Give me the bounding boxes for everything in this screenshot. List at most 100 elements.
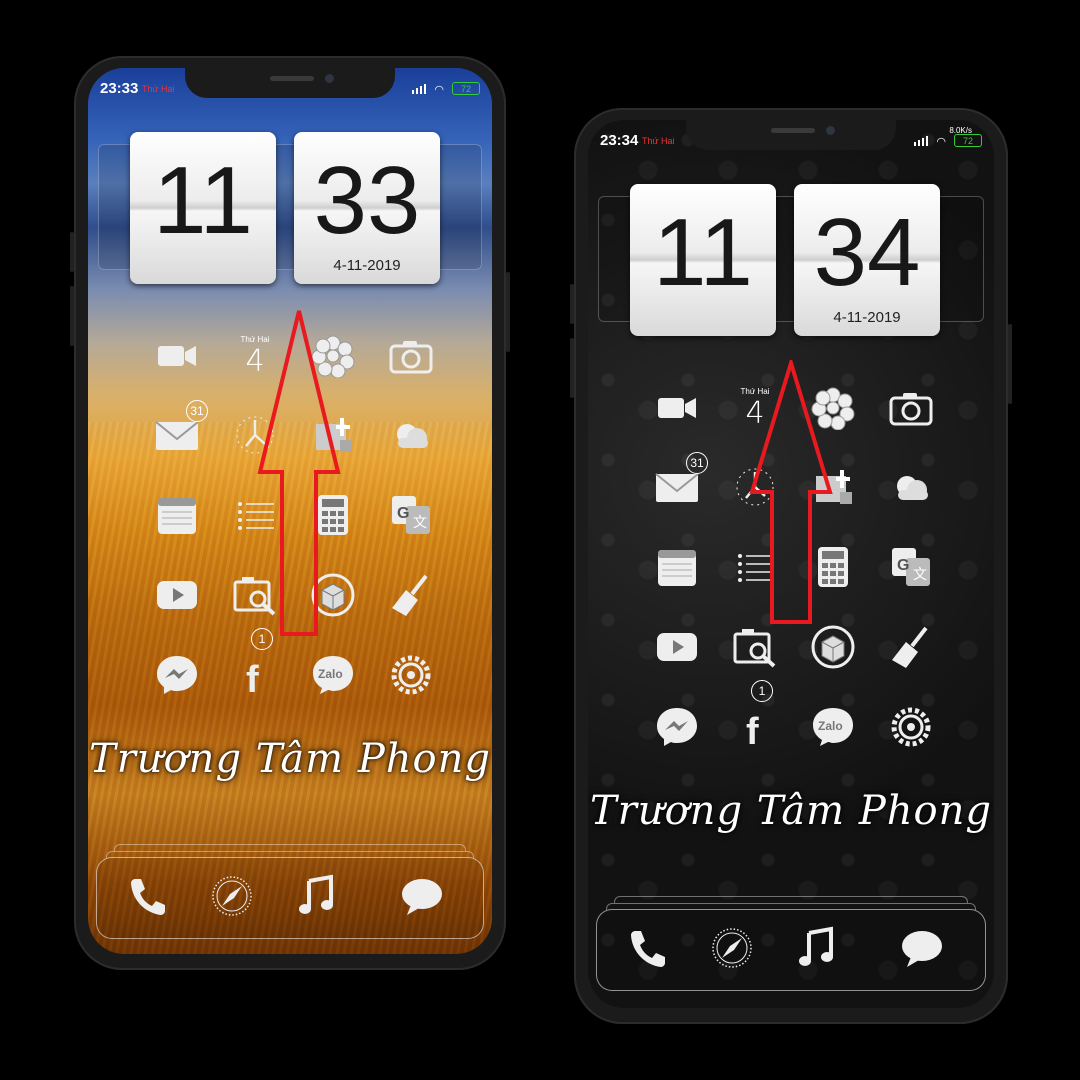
camera-icon xyxy=(888,384,934,435)
clock-hour-tile: 11 xyxy=(130,132,276,284)
safari-icon xyxy=(709,925,755,976)
youtube-app[interactable] xyxy=(648,620,706,678)
messages-icon xyxy=(899,925,945,976)
clock-minute: 33 xyxy=(313,147,421,254)
messenger-app[interactable] xyxy=(148,648,206,706)
svg-text:文: 文 xyxy=(413,515,427,531)
messages-icon xyxy=(399,873,445,924)
settings-app[interactable] xyxy=(882,700,940,758)
messenger-icon xyxy=(154,652,200,703)
facetime-icon xyxy=(154,332,200,383)
facebook-app[interactable]: f1 xyxy=(726,680,784,758)
translate-app[interactable]: G文 xyxy=(382,488,440,546)
status-bar: 23:34 Thứ Hai 8.0K/s ◠ 72 xyxy=(600,126,982,152)
clock-minute: 34 xyxy=(813,199,921,306)
cydia-app[interactable] xyxy=(804,620,862,678)
clock-minute-tile: 34 4-11-2019 xyxy=(794,184,940,336)
clock-date: 4-11-2019 xyxy=(833,309,901,326)
facebook-icon: f xyxy=(732,704,778,755)
battery-indicator: 72 xyxy=(452,82,480,95)
mail-app[interactable]: 31 xyxy=(648,452,708,518)
svg-text:Zalo: Zalo xyxy=(818,719,843,733)
notes-app[interactable] xyxy=(648,540,706,598)
wifi-icon: ◠ xyxy=(936,136,946,148)
swipe-up-arrow-icon xyxy=(749,360,833,624)
svg-text:f: f xyxy=(246,659,259,698)
cleaner-icon xyxy=(888,624,934,675)
zalo-app[interactable]: Zalo xyxy=(304,648,362,706)
cleaner-app[interactable] xyxy=(382,568,440,626)
cydia-icon xyxy=(810,624,856,675)
weather-icon xyxy=(888,464,934,515)
flip-clock-widget[interactable]: 11 33 4-11-2019 xyxy=(98,132,482,288)
camera-app[interactable] xyxy=(382,328,440,386)
cleaner-app[interactable] xyxy=(882,620,940,678)
mail-app[interactable]: 31 xyxy=(148,400,208,466)
dock-music-app[interactable] xyxy=(787,921,845,979)
settings-icon xyxy=(888,704,934,755)
flip-clock-widget[interactable]: 11 34 4-11-2019 xyxy=(598,184,984,340)
messenger-app[interactable] xyxy=(648,700,706,758)
battery-indicator: 72 xyxy=(954,134,982,147)
svg-text:G: G xyxy=(897,557,909,574)
music-icon xyxy=(293,873,339,924)
camera-app[interactable] xyxy=(882,380,940,438)
music-icon xyxy=(793,925,839,976)
gallery-search-app[interactable] xyxy=(726,620,784,678)
mail-badge: 31 xyxy=(186,400,208,422)
facebook-icon: f xyxy=(232,652,278,703)
clock-date: 4-11-2019 xyxy=(333,257,401,274)
signature-text: Trương Tâm Phong xyxy=(89,736,491,782)
swipe-up-arrow-icon xyxy=(257,310,341,636)
clock-hour: 11 xyxy=(153,147,253,254)
dock-safari-app[interactable] xyxy=(203,869,261,927)
zalo-icon: Zalo xyxy=(310,652,356,703)
translate-app[interactable]: G文 xyxy=(882,540,940,598)
notes-app[interactable] xyxy=(148,488,206,546)
settings-icon xyxy=(388,652,434,703)
facetime-app[interactable] xyxy=(648,380,706,438)
youtube-icon xyxy=(154,572,200,623)
svg-text:Zalo: Zalo xyxy=(318,667,343,681)
clock-minute-tile: 33 4-11-2019 xyxy=(294,132,440,284)
zalo-icon: Zalo xyxy=(810,704,856,755)
facetime-app[interactable] xyxy=(148,328,206,386)
dock xyxy=(96,857,484,939)
phone-icon xyxy=(125,873,171,924)
translate-icon: G文 xyxy=(888,544,934,595)
facebook-badge: 1 xyxy=(751,680,773,702)
status-day: Thứ Hai xyxy=(642,136,675,146)
notes-icon xyxy=(654,544,700,595)
gallery-search-icon xyxy=(732,624,778,675)
zalo-app[interactable]: Zalo xyxy=(804,700,862,758)
weather-app[interactable] xyxy=(882,460,940,518)
dock-music-app[interactable] xyxy=(287,869,345,927)
dock xyxy=(596,909,986,991)
facebook-app[interactable]: f1 xyxy=(226,628,284,706)
phone-icon xyxy=(625,925,671,976)
messenger-icon xyxy=(654,704,700,755)
clock-hour-tile: 11 xyxy=(630,184,776,336)
youtube-app[interactable] xyxy=(148,568,206,626)
notes-icon xyxy=(154,492,200,543)
dock-phone-app[interactable] xyxy=(619,921,677,979)
safari-icon xyxy=(209,873,255,924)
dock-phone-app[interactable] xyxy=(119,869,177,927)
wifi-icon: ◠ xyxy=(434,84,444,96)
facetime-icon xyxy=(654,384,700,435)
clock-hour: 11 xyxy=(653,199,753,306)
youtube-icon xyxy=(654,624,700,675)
weather-app[interactable] xyxy=(382,408,440,466)
status-day: Thứ Hai xyxy=(142,84,175,94)
mail-badge: 31 xyxy=(686,452,708,474)
dock-safari-app[interactable] xyxy=(703,921,761,979)
svg-text:G: G xyxy=(397,505,409,522)
weather-icon xyxy=(388,412,434,463)
dock-messages-app[interactable] xyxy=(893,921,951,979)
camera-icon xyxy=(388,332,434,383)
status-time: 23:34 xyxy=(600,132,639,149)
dock-messages-app[interactable] xyxy=(393,869,451,927)
status-time: 23:33 xyxy=(100,80,139,97)
status-bar: 23:33 Thứ Hai ◠ 72 xyxy=(100,80,480,100)
settings-app[interactable] xyxy=(382,648,440,706)
